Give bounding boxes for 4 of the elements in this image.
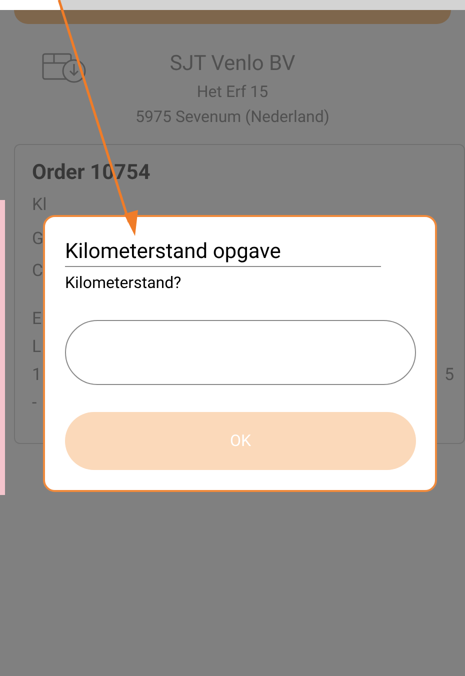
order-field-text: - (32, 393, 37, 413)
dialog-prompt: Kilometerstand? (65, 272, 182, 294)
dialog-title: Kilometerstand opgave (65, 239, 381, 267)
screenshot-margin (0, 0, 60, 10)
